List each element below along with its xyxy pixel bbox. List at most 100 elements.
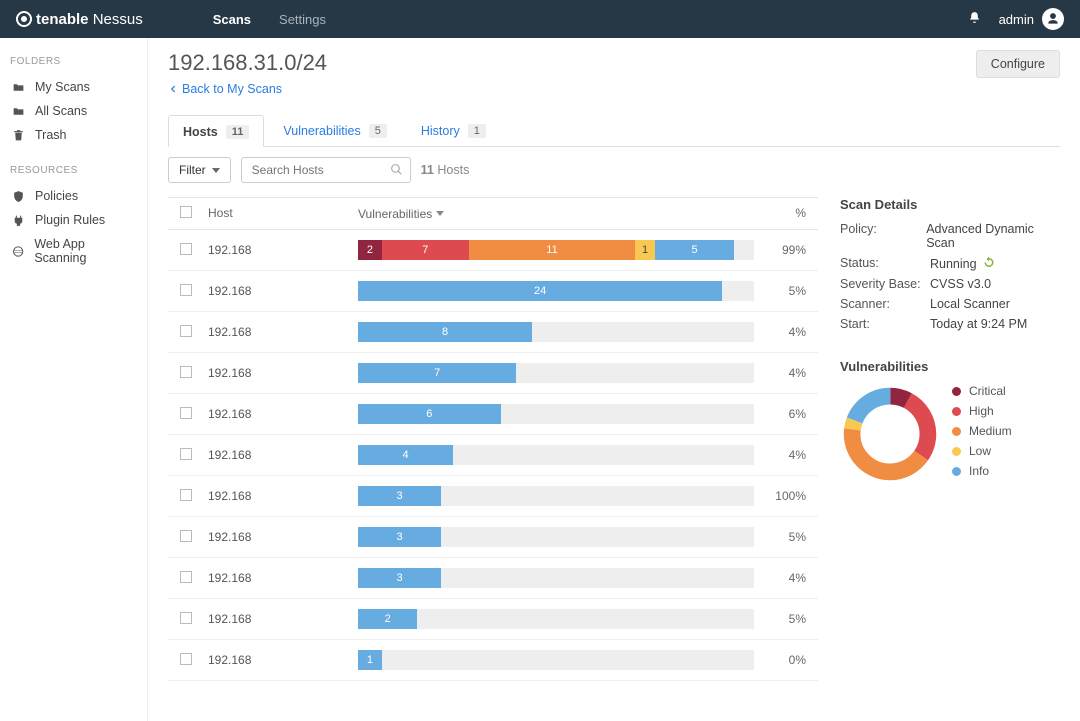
user-menu[interactable]: admin — [999, 8, 1064, 30]
sidebar-item-plugin-rules[interactable]: Plugin Rules — [10, 208, 137, 232]
col-host[interactable]: Host — [204, 198, 354, 229]
row-checkbox[interactable] — [180, 284, 192, 296]
tab-label: Hosts — [183, 125, 218, 139]
vuln-bar: 7 — [354, 357, 758, 389]
legend-medium: Medium — [952, 424, 1012, 438]
scan-percent: 4% — [758, 319, 818, 345]
configure-button[interactable]: Configure — [976, 50, 1060, 78]
row-checkbox[interactable] — [180, 489, 192, 501]
col-vulnerabilities[interactable]: Vulnerabilities — [354, 198, 758, 229]
row-checkbox[interactable] — [180, 325, 192, 337]
sidebar-item-label: All Scans — [35, 104, 87, 118]
vuln-bar-seg-info: 24 — [358, 281, 722, 301]
select-all-checkbox[interactable] — [180, 206, 192, 218]
table-row[interactable]: 192.168 271115 99% — [168, 230, 818, 271]
bell-icon[interactable] — [968, 11, 981, 27]
table-row[interactable]: 192.168 3 4% — [168, 558, 818, 599]
row-checkbox[interactable] — [180, 653, 192, 665]
avatar-icon — [1042, 8, 1064, 30]
vuln-bar-seg-critical: 2 — [358, 240, 382, 260]
top-nav: Scans Settings — [213, 12, 326, 27]
dot-icon — [952, 427, 961, 436]
scan-percent: 4% — [758, 360, 818, 386]
filter-button[interactable]: Filter — [168, 157, 231, 183]
vuln-bar: 3 — [354, 521, 758, 553]
row-checkbox[interactable] — [180, 243, 192, 255]
table-row[interactable]: 192.168 3 5% — [168, 517, 818, 558]
col-percent[interactable]: % — [758, 198, 818, 229]
sidebar-item-label: Plugin Rules — [35, 213, 105, 227]
detail-value: Local Scanner — [930, 297, 1010, 311]
legend-info: Info — [952, 464, 1012, 478]
vuln-bar-seg-info: 5 — [655, 240, 734, 260]
trash-icon — [12, 129, 25, 142]
host-ip: 192.168 — [204, 524, 354, 550]
row-checkbox[interactable] — [180, 571, 192, 583]
tab-hosts[interactable]: Hosts 11 — [168, 115, 264, 147]
sidebar-item-web-app[interactable]: Web App Scanning — [10, 232, 137, 270]
sidebar-item-my-scans[interactable]: My Scans — [10, 75, 137, 99]
table-row[interactable]: 192.168 6 6% — [168, 394, 818, 435]
tab-history[interactable]: History 1 — [406, 115, 501, 146]
table-row[interactable]: 192.168 24 5% — [168, 271, 818, 312]
vuln-bar: 24 — [354, 275, 758, 307]
sidebar-item-policies[interactable]: Policies — [10, 184, 137, 208]
web-icon — [12, 245, 24, 258]
table-row[interactable]: 192.168 8 4% — [168, 312, 818, 353]
caret-down-icon — [212, 168, 220, 173]
host-ip: 192.168 — [204, 237, 354, 263]
vuln-panel-title: Vulnerabilities — [840, 359, 1060, 374]
sidebar-item-all-scans[interactable]: All Scans — [10, 99, 137, 123]
vuln-bar-seg-info: 3 — [358, 527, 441, 547]
detail-row: Policy:Advanced Dynamic Scan — [840, 222, 1060, 250]
vuln-bar-seg-info: 2 — [358, 609, 417, 629]
host-ip: 192.168 — [204, 483, 354, 509]
dot-icon — [952, 407, 961, 416]
table-row[interactable]: 192.168 3 100% — [168, 476, 818, 517]
brand-logo-icon — [16, 11, 32, 27]
row-checkbox[interactable] — [180, 448, 192, 460]
tab-badge: 11 — [226, 125, 250, 139]
row-checkbox[interactable] — [180, 612, 192, 624]
vuln-bar-seg-info: 4 — [358, 445, 453, 465]
back-link-label: Back to My Scans — [182, 82, 282, 96]
table-row[interactable]: 192.168 7 4% — [168, 353, 818, 394]
top-right: admin — [968, 8, 1064, 30]
table-row[interactable]: 192.168 1 0% — [168, 640, 818, 681]
legend-critical: Critical — [952, 384, 1012, 398]
tab-vulnerabilities[interactable]: Vulnerabilities 5 — [268, 115, 401, 146]
nav-settings[interactable]: Settings — [279, 12, 326, 27]
sidebar-heading-folders: FOLDERS — [10, 56, 137, 67]
vuln-bar-seg-info: 3 — [358, 568, 441, 588]
hosts-table: Host Vulnerabilities % 192.168 271115 99… — [168, 197, 818, 681]
detail-value: Today at 9:24 PM — [930, 317, 1027, 331]
row-checkbox[interactable] — [180, 530, 192, 542]
sidebar-item-label: Trash — [35, 128, 67, 142]
search-input[interactable] — [241, 157, 411, 183]
back-link[interactable]: Back to My Scans — [168, 82, 282, 96]
right-panel: Scan Details Policy:Advanced Dynamic Sca… — [840, 197, 1060, 681]
nav-scans[interactable]: Scans — [213, 12, 251, 27]
search-icon[interactable] — [390, 163, 403, 179]
chevron-left-icon — [168, 84, 178, 94]
vuln-bar: 3 — [354, 562, 758, 594]
detail-row: Scanner:Local Scanner — [840, 297, 1060, 311]
dot-icon — [952, 447, 961, 456]
scan-percent: 5% — [758, 278, 818, 304]
host-ip: 192.168 — [204, 565, 354, 591]
table-row[interactable]: 192.168 4 4% — [168, 435, 818, 476]
sidebar-item-trash[interactable]: Trash — [10, 123, 137, 147]
row-checkbox[interactable] — [180, 407, 192, 419]
host-ip: 192.168 — [204, 360, 354, 386]
vuln-bar: 1 — [354, 644, 758, 676]
table-row[interactable]: 192.168 2 5% — [168, 599, 818, 640]
row-checkbox[interactable] — [180, 366, 192, 378]
vuln-bar: 4 — [354, 439, 758, 471]
filter-row: Filter 11 Hosts — [168, 157, 1060, 183]
detail-value: Running — [930, 256, 995, 271]
brand[interactable]: tenable Nessus — [16, 11, 143, 28]
legend-low: Low — [952, 444, 1012, 458]
vuln-bar-seg-info: 7 — [358, 363, 516, 383]
host-ip: 192.168 — [204, 401, 354, 427]
user-name: admin — [999, 12, 1034, 27]
